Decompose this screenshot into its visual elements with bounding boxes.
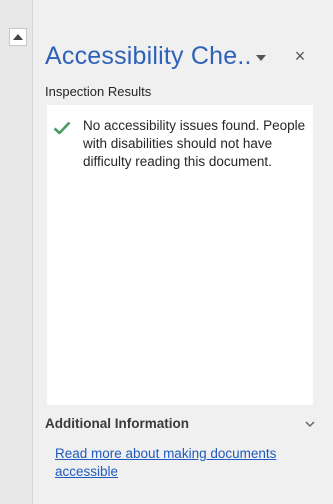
additional-information-toggle[interactable]: Additional Information (45, 416, 315, 436)
close-pane-button[interactable]: × (291, 46, 309, 66)
vertical-scrollbar[interactable] (0, 0, 32, 504)
additional-information-title: Additional Information (45, 416, 189, 431)
scroll-up-button[interactable] (9, 28, 27, 46)
pane-options-button[interactable] (253, 50, 269, 66)
inspection-results-box: No accessibility issues found. People wi… (47, 105, 313, 405)
pane-title: Accessibility Che.. (45, 42, 252, 70)
result-message: No accessibility issues found. People wi… (83, 118, 306, 169)
read-more-link[interactable]: Read more about making documents accessi… (55, 445, 295, 481)
triangle-up-icon (13, 34, 23, 40)
checkmark-icon (53, 121, 71, 135)
close-icon: × (294, 46, 306, 66)
chevron-down-icon (305, 421, 315, 428)
triangle-down-icon (256, 55, 266, 61)
accessibility-checker-pane: Accessibility Che.. × Inspection Results… (32, 0, 333, 504)
inspection-results-label: Inspection Results (45, 84, 152, 99)
